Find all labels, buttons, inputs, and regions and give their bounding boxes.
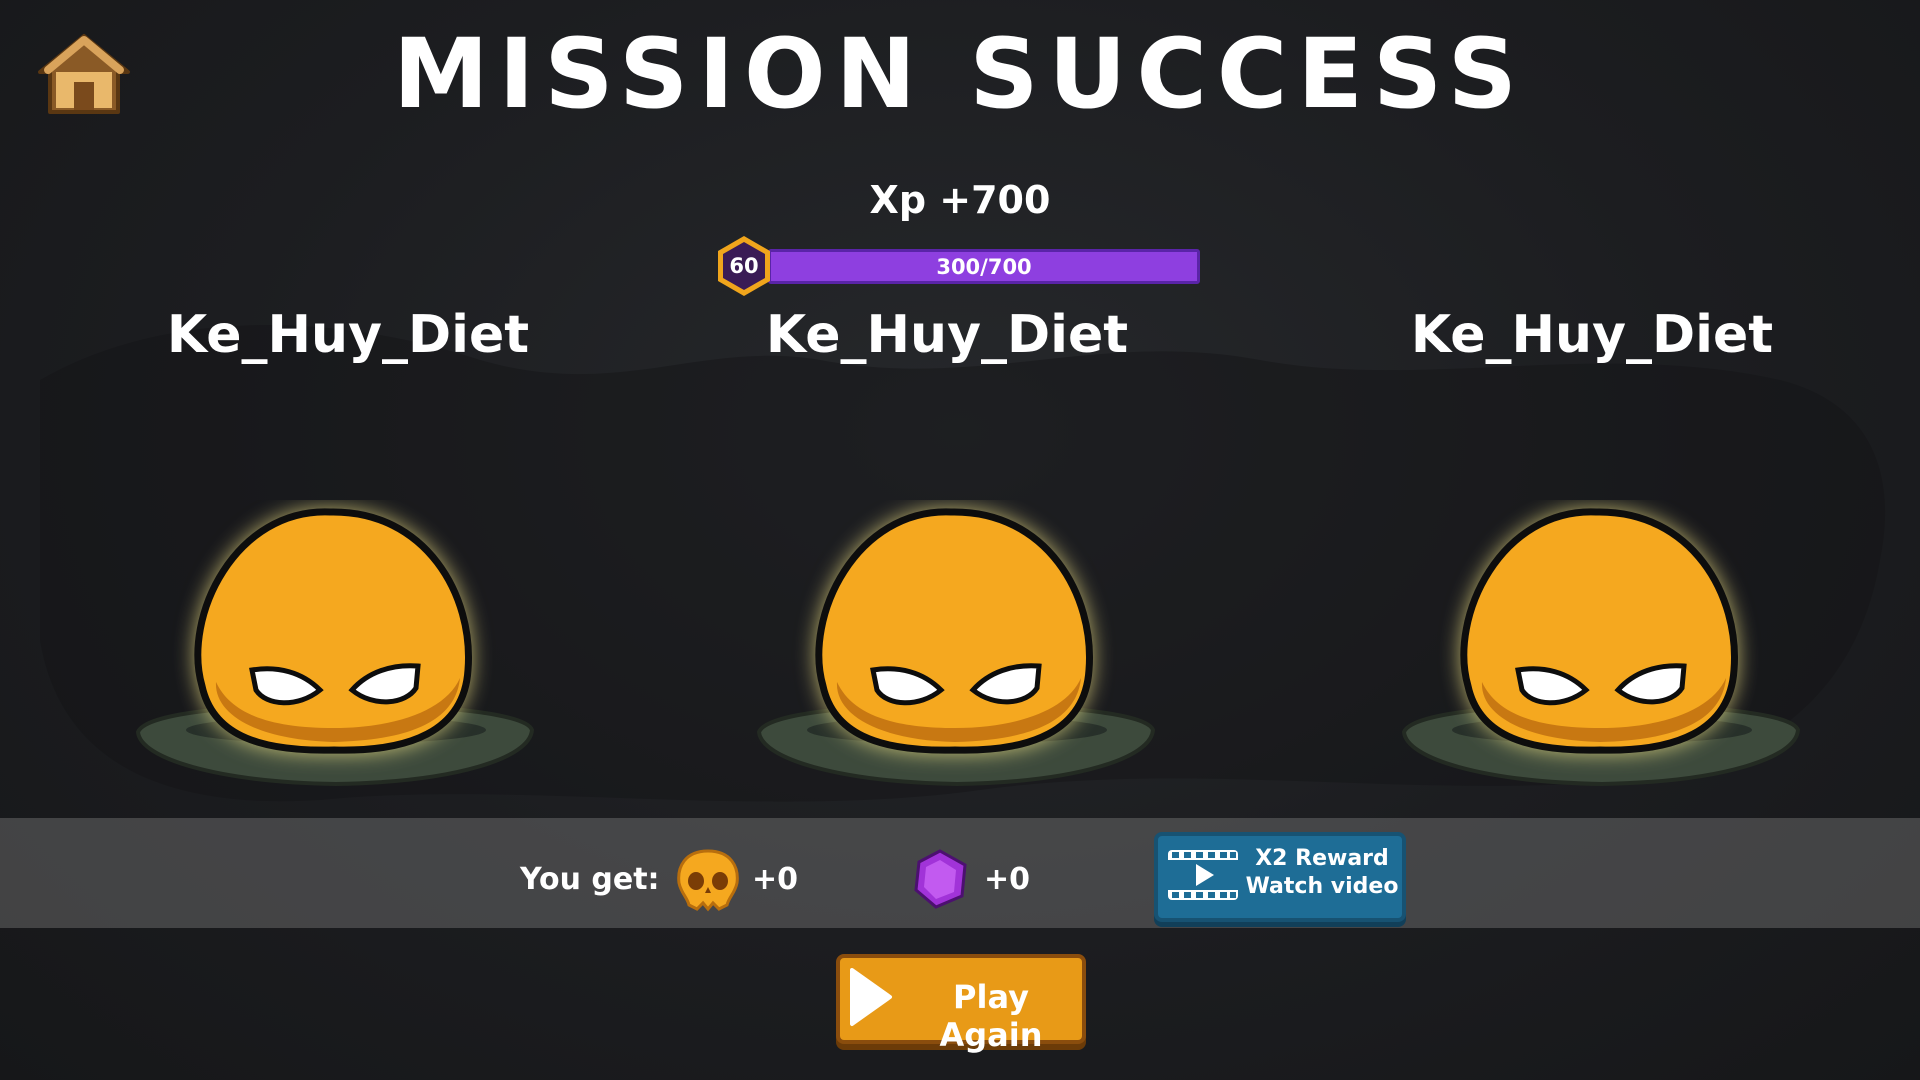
game-result-screen: MISSION SUCCESS Xp +700 300/700 60 Ke_Hu… (0, 0, 1920, 1080)
player-name: Ke_Huy_Diet (765, 305, 1129, 365)
play-icon (850, 968, 892, 1026)
level-number: 60 (729, 254, 759, 278)
slime-character (1401, 508, 1801, 787)
watch-button-line1: X2 Reward (1255, 846, 1389, 871)
orange-blob-body (194, 508, 472, 754)
slime-character (756, 508, 1156, 787)
orange-blob-body (815, 508, 1093, 754)
xp-gain-text: Xp +700 (869, 178, 1051, 222)
play-again-button[interactable]: Play Again (836, 954, 1086, 1054)
xp-progress-text: 300/700 (936, 254, 1032, 279)
gem-reward-amount: +0 (984, 862, 1031, 897)
play-again-label: Play Again (939, 978, 1043, 1054)
xp-progress-bar: 300/700 (768, 249, 1200, 284)
skull-coin-icon (677, 849, 739, 912)
mission-title: MISSION SUCCESS (393, 18, 1527, 130)
player-name: Ke_Huy_Diet (166, 305, 530, 365)
coin-reward-amount: +0 (752, 862, 799, 897)
watch-button-line2: Watch video (1245, 874, 1399, 899)
you-get-label: You get: (520, 862, 660, 897)
orange-blob-body (1460, 508, 1738, 754)
film-play-icon (1168, 850, 1238, 900)
player-name: Ke_Huy_Diet (1410, 305, 1774, 365)
purple-gem-icon (914, 849, 967, 909)
slime-character (135, 508, 535, 787)
x2-reward-watch-video-button[interactable]: X2 Reward Watch video (1154, 832, 1406, 922)
